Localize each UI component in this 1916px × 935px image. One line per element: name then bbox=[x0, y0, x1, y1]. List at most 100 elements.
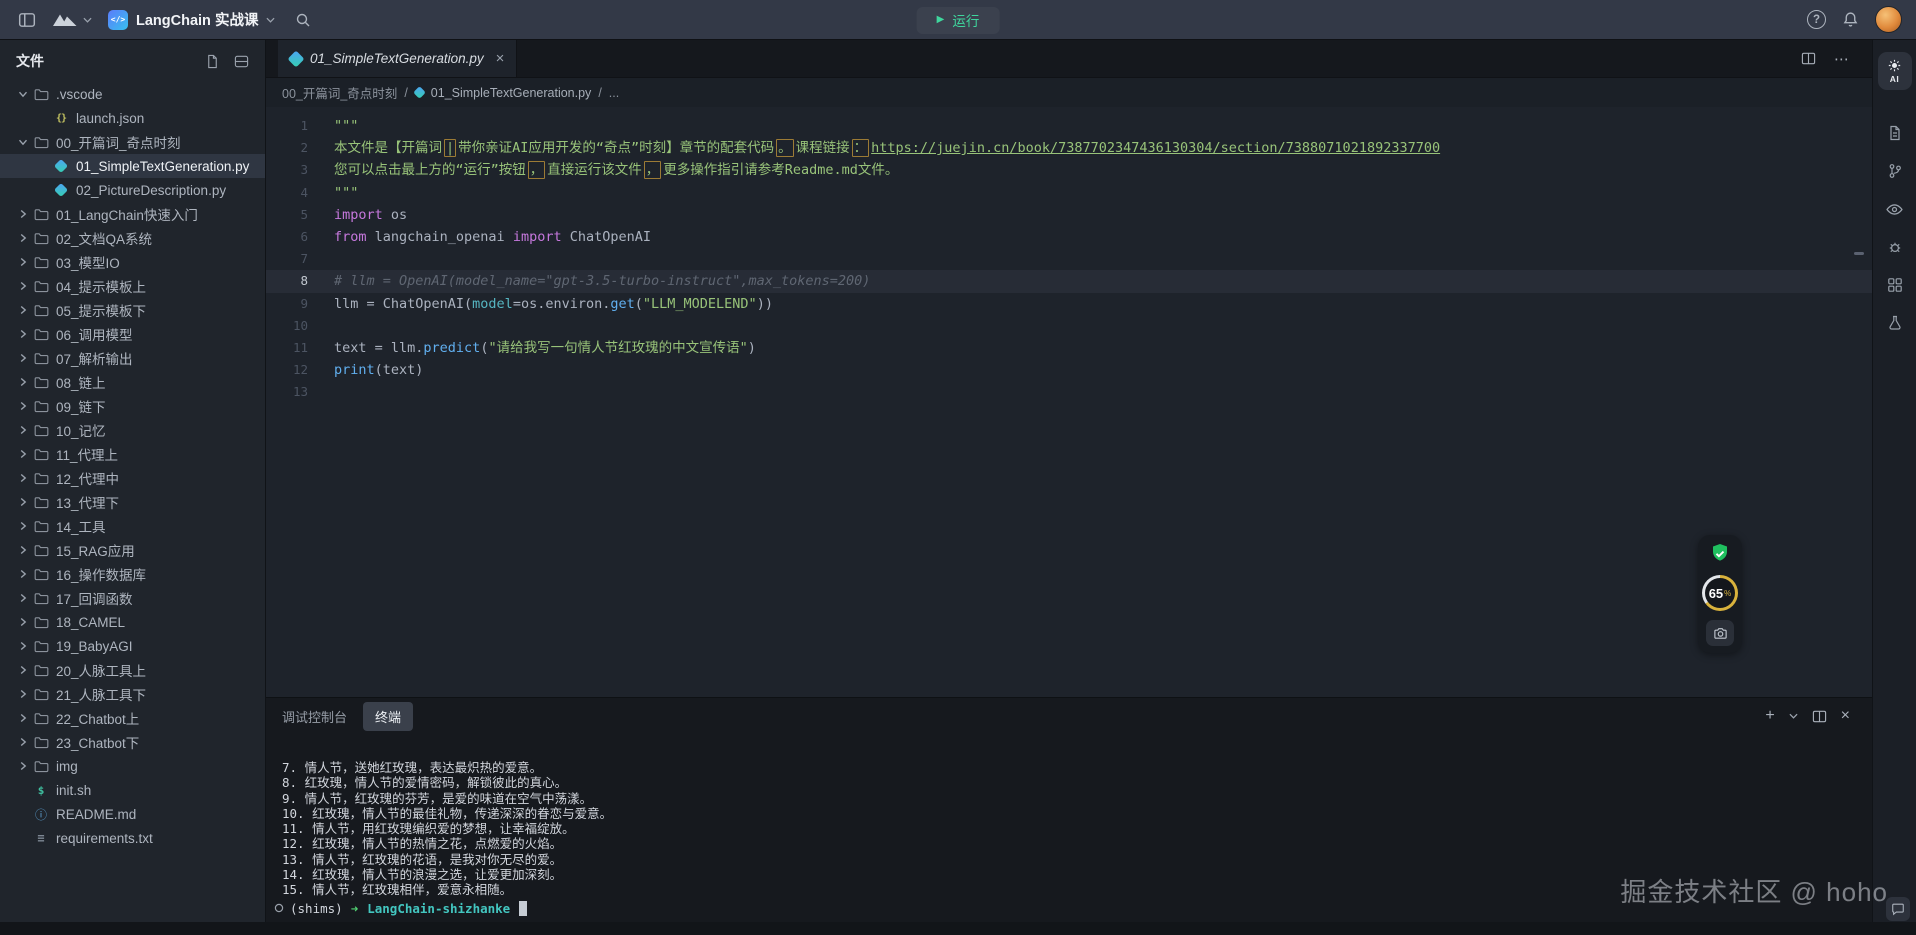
code-line-7[interactable]: 7 bbox=[266, 248, 1872, 270]
feedback-icon[interactable] bbox=[1886, 897, 1910, 921]
panel-close-icon[interactable]: × bbox=[1841, 708, 1850, 724]
grid-icon[interactable] bbox=[1873, 266, 1916, 304]
tree-folder-19_BabyAGI[interactable]: 19_BabyAGI bbox=[0, 634, 265, 658]
tree-folder-10_记忆[interactable]: 10_记忆 bbox=[0, 418, 265, 442]
readme-icon: ⓘ bbox=[35, 806, 47, 823]
camera-button[interactable] bbox=[1706, 620, 1734, 646]
tree-folder-14_工具[interactable]: 14_工具 bbox=[0, 514, 265, 538]
code-line-8[interactable]: 8# llm = OpenAI(model_name="gpt-3.5-turb… bbox=[266, 270, 1872, 292]
run-button[interactable]: ▶ 运行 bbox=[917, 7, 1000, 34]
breadcrumb-folder[interactable]: 00_开篇词_奇点时刻 bbox=[282, 83, 397, 102]
folder-icon bbox=[32, 352, 50, 365]
run-label: 运行 bbox=[952, 10, 979, 30]
tree-folder-21_人脉工具下[interactable]: 21_人脉工具下 bbox=[0, 682, 265, 706]
tree-folder-09_链下[interactable]: 09_链下 bbox=[0, 394, 265, 418]
split-editor-icon[interactable] bbox=[1801, 51, 1816, 66]
collapse-folders-icon[interactable] bbox=[234, 54, 249, 69]
item-label: 02_PictureDescription.py bbox=[76, 183, 226, 198]
file-search-icon[interactable] bbox=[1873, 114, 1916, 152]
tree-folder-08_链上[interactable]: 08_链上 bbox=[0, 370, 265, 394]
more-actions-icon[interactable]: ⋯ bbox=[1834, 50, 1850, 68]
item-label: 11_代理上 bbox=[56, 444, 118, 464]
code-line-11[interactable]: 11text = llm.predict("请给我写一句情人节红玫瑰的中文宣传语… bbox=[266, 337, 1872, 359]
tree-folder-12_代理中[interactable]: 12_代理中 bbox=[0, 466, 265, 490]
explorer-actions bbox=[205, 54, 249, 69]
folder-icon bbox=[32, 592, 50, 605]
code-line-1[interactable]: 1""" bbox=[266, 115, 1872, 137]
chevron-down-icon bbox=[266, 17, 275, 23]
tree-folder-13_代理下[interactable]: 13_代理下 bbox=[0, 490, 265, 514]
course-switcher[interactable]: </> LangChain 实战课 bbox=[108, 9, 275, 30]
breadcrumb-file[interactable]: 01_SimpleTextGeneration.py bbox=[431, 86, 592, 100]
new-file-icon[interactable] bbox=[205, 54, 220, 69]
code-line-3[interactable]: 3您可以点击最上方的“运行”按钮，直接运行该文件，更多操作指引请参考Readme… bbox=[266, 159, 1872, 181]
tree-file-requirements.txt[interactable]: ≡requirements.txt bbox=[0, 826, 265, 850]
split-terminal-icon[interactable] bbox=[1812, 709, 1827, 724]
user-avatar[interactable] bbox=[1875, 6, 1902, 33]
terminal-dropdown-icon[interactable] bbox=[1789, 713, 1798, 719]
item-label: 14_工具 bbox=[56, 516, 106, 536]
layout-toggle-icon[interactable] bbox=[14, 7, 40, 33]
score-ring[interactable]: 65 % bbox=[1702, 575, 1738, 611]
chevron-icon bbox=[14, 377, 32, 387]
tree-folder-05_提示模板下[interactable]: 05_提示模板下 bbox=[0, 298, 265, 322]
code-line-2[interactable]: 2本文件是【开篇词|带你亲证AI应用开发的“奇点”时刻】章节的配套代码。课程链接… bbox=[266, 137, 1872, 159]
tree-folder-22_Chatbot上[interactable]: 22_Chatbot上 bbox=[0, 706, 265, 730]
tree-folder-20_人脉工具上[interactable]: 20_人脉工具上 bbox=[0, 658, 265, 682]
code-line-9[interactable]: 9llm = ChatOpenAI(model=os.environ.get("… bbox=[266, 293, 1872, 315]
tree-folder-11_代理上[interactable]: 11_代理上 bbox=[0, 442, 265, 466]
code-editor[interactable]: 1"""2本文件是【开篇词|带你亲证AI应用开发的“奇点”时刻】章节的配套代码。… bbox=[266, 107, 1872, 697]
tree-folder-00_开篇词_奇点时刻[interactable]: 00_开篇词_奇点时刻 bbox=[0, 130, 265, 154]
tree-folder-img[interactable]: img bbox=[0, 754, 265, 778]
item-label: 23_Chatbot下 bbox=[56, 732, 139, 752]
tree-folder-02_文档QA系统[interactable]: 02_文档QA系统 bbox=[0, 226, 265, 250]
tree-folder-03_模型IO[interactable]: 03_模型IO bbox=[0, 250, 265, 274]
search-icon[interactable] bbox=[295, 12, 311, 28]
flask-icon[interactable] bbox=[1873, 304, 1916, 342]
tab-terminal[interactable]: 终端 bbox=[363, 702, 413, 731]
eye-icon[interactable] bbox=[1873, 190, 1916, 228]
breadcrumb-more[interactable]: ... bbox=[609, 86, 619, 100]
tree-file-02_PictureDescription.py[interactable]: 02_PictureDescription.py bbox=[0, 178, 265, 202]
shield-check-icon[interactable] bbox=[1708, 542, 1732, 566]
command-status-icon bbox=[274, 903, 284, 913]
help-icon[interactable]: ? bbox=[1807, 10, 1826, 29]
tree-file-launch.json[interactable]: {}launch.json bbox=[0, 106, 265, 130]
tab-debug-console[interactable]: 调试控制台 bbox=[282, 707, 347, 726]
terminal-line: 13. 情人节，红玫瑰的花语，是我对你无尽的爱。 bbox=[282, 852, 1872, 867]
tree-folder-16_操作数据库[interactable]: 16_操作数据库 bbox=[0, 562, 265, 586]
tree-folder-.vscode[interactable]: .vscode bbox=[0, 82, 265, 106]
scrollbar-thumb[interactable] bbox=[1854, 252, 1864, 255]
terminal-prompt[interactable]: (shims) ➜ LangChain-shizhanke bbox=[266, 901, 1872, 916]
tab-close-icon[interactable]: × bbox=[496, 51, 505, 66]
editor-tabbar: 01_SimpleTextGeneration.py × ⋯ bbox=[266, 40, 1872, 78]
tree-file-init.sh[interactable]: $init.sh bbox=[0, 778, 265, 802]
tree-folder-01_LangChain快速入门[interactable]: 01_LangChain快速入门 bbox=[0, 202, 265, 226]
code-line-12[interactable]: 12print(text) bbox=[266, 359, 1872, 381]
tree-folder-23_Chatbot下[interactable]: 23_Chatbot下 bbox=[0, 730, 265, 754]
tree-folder-17_回调函数[interactable]: 17_回调函数 bbox=[0, 586, 265, 610]
tree-folder-15_RAG应用[interactable]: 15_RAG应用 bbox=[0, 538, 265, 562]
tree-file-01_SimpleTextGeneration.py[interactable]: 01_SimpleTextGeneration.py bbox=[0, 154, 265, 178]
editor-tab[interactable]: 01_SimpleTextGeneration.py × bbox=[278, 40, 517, 77]
code-line-13[interactable]: 13 bbox=[266, 381, 1872, 403]
notifications-icon[interactable] bbox=[1842, 11, 1859, 28]
code-line-4[interactable]: 4""" bbox=[266, 182, 1872, 204]
tree-folder-04_提示模板上[interactable]: 04_提示模板上 bbox=[0, 274, 265, 298]
line-number: 10 bbox=[266, 315, 312, 337]
tree-folder-18_CAMEL[interactable]: 18_CAMEL bbox=[0, 610, 265, 634]
bug-icon[interactable] bbox=[1873, 228, 1916, 266]
file-tree: .vscode{}launch.json00_开篇词_奇点时刻01_Simple… bbox=[0, 82, 265, 922]
tree-file-README.md[interactable]: ⓘREADME.md bbox=[0, 802, 265, 826]
code-line-6[interactable]: 6from langchain_openai import ChatOpenAI bbox=[266, 226, 1872, 248]
code-line-5[interactable]: 5import os bbox=[266, 204, 1872, 226]
course-file-icon bbox=[54, 183, 68, 197]
tree-folder-07_解析输出[interactable]: 07_解析输出 bbox=[0, 346, 265, 370]
ai-assistant-button[interactable]: AI bbox=[1878, 52, 1912, 90]
new-terminal-icon[interactable]: + bbox=[1765, 708, 1774, 724]
git-branch-icon[interactable] bbox=[1873, 152, 1916, 190]
tree-folder-06_调用模型[interactable]: 06_调用模型 bbox=[0, 322, 265, 346]
editor-actions: ⋯ bbox=[1801, 40, 1872, 77]
app-logo[interactable] bbox=[52, 12, 92, 28]
code-line-10[interactable]: 10 bbox=[266, 315, 1872, 337]
